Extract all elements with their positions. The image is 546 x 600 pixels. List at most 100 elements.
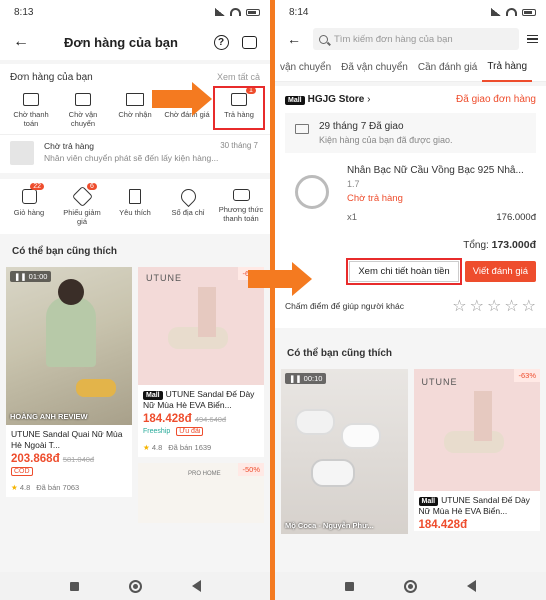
refund-details-button[interactable]: Xem chi tiết hoàn tiền: [346, 258, 462, 285]
tracking-thumbnail: [10, 141, 34, 165]
product-price: 184.428đ: [418, 519, 468, 531]
tracking-notice[interactable]: Chờ trả hàng Nhân viên chuyển phát sẽ đế…: [0, 134, 270, 173]
home-icon[interactable]: [404, 579, 417, 593]
help-icon: ?: [213, 34, 229, 50]
tool-label: Sổ địa chỉ: [171, 208, 205, 217]
total-amount: 173.000đ: [491, 239, 536, 251]
help-button[interactable]: ?: [210, 31, 232, 53]
card-icon: [232, 189, 250, 201]
discount-badge: -63%: [514, 369, 540, 382]
star-outline-icon[interactable]: ☆: [470, 296, 484, 316]
home-icon[interactable]: [128, 579, 142, 593]
product-grid: ❚❚ 00:10 Mộ Coca - Nguyễn Phư... UTUNE -…: [275, 369, 546, 534]
back-icon[interactable]: [191, 580, 201, 592]
product-card[interactable]: UTUNE -63% MallUTUNE Sandal Đế Dày Nữ Mù…: [413, 369, 540, 531]
star-outline-icon[interactable]: ☆: [522, 296, 536, 316]
clog-shape: [341, 423, 381, 449]
tool-favorites[interactable]: Yêu thích: [112, 189, 158, 226]
mall-tag: Mall: [418, 497, 439, 506]
status-label: Chờ nhận: [118, 110, 152, 119]
arrow-head: [292, 262, 312, 296]
store-info[interactable]: Mall HGJG Store ›: [285, 94, 370, 105]
arrow-shaft: [152, 90, 194, 108]
reviewer-name: Mộ Coca - Nguyễn Phư...: [285, 521, 374, 530]
wifi-icon: [506, 8, 517, 16]
back-arrow-icon[interactable]: ←: [283, 28, 305, 50]
product-meta: COD: [6, 465, 132, 481]
clog-shape: [295, 409, 335, 435]
tool-label: Yêu thích: [119, 208, 151, 217]
store-name: HGJG Store: [307, 94, 365, 105]
rating: ★ 4.8: [11, 483, 31, 492]
status-pending-payment[interactable]: Chờ thanh toán: [6, 93, 56, 128]
cod-tag: COD: [11, 467, 33, 476]
wifi-icon: [230, 8, 241, 16]
product-rating-row: ★ 4.8 Đã bán 7063: [6, 481, 132, 497]
tab-shipping[interactable]: vận chuyển: [275, 54, 336, 82]
mall-tag: Mall: [143, 391, 163, 400]
recent-apps-icon[interactable]: [69, 581, 79, 591]
search-icon: [319, 34, 328, 44]
status-bar: 8:14: [275, 0, 546, 24]
tool-label: Phương thức thanh toán: [218, 205, 264, 223]
product-card[interactable]: UTUNE -63% MallUTUNE Sandal Đế Dày Nữ Mù…: [138, 267, 264, 457]
menu-icon[interactable]: [527, 34, 538, 44]
chat-button[interactable]: [238, 31, 260, 53]
star-outline-icon[interactable]: ☆: [452, 296, 466, 316]
star-outline-icon[interactable]: ☆: [504, 296, 518, 316]
order-actions: Xem chi tiết hoàn tiền Viết đánh giá: [285, 257, 536, 286]
tab-shipped[interactable]: Đã vận chuyển: [336, 54, 413, 82]
system-nav-bar: [0, 572, 270, 600]
product-image: UTUNE -63%: [138, 267, 264, 385]
back-icon[interactable]: [467, 580, 476, 592]
search-header: ← Tìm kiếm đơn hàng của bạn: [275, 24, 546, 54]
recommend-title: Có thể bạn cũng thích: [12, 246, 117, 257]
write-review-button[interactable]: Viết đánh giá: [464, 261, 536, 282]
tab-returns[interactable]: Trả hàng: [482, 54, 533, 82]
tool-label: Giỏ hàng: [13, 208, 45, 217]
delivery-date: 29 tháng 7 Đã giao: [319, 121, 404, 132]
tool-address-book[interactable]: Sổ địa chỉ: [165, 185, 211, 226]
sold-count: Đã bán 1639: [168, 443, 212, 452]
brand-text: UTUNE: [421, 377, 458, 387]
delivery-info[interactable]: 29 tháng 7 Đã giao Kiện hàng của bạn đã …: [285, 113, 536, 153]
video-duration: ❚❚ 00:10: [285, 373, 327, 384]
product-image: UTUNE -63%: [413, 369, 540, 491]
truck-icon: [126, 93, 144, 106]
wallet-icon: [23, 93, 39, 106]
rating-prompt: Chấm điểm để giúp người khác ☆ ☆ ☆ ☆ ☆: [285, 286, 536, 320]
delivery-message: Kiện hàng của bạn đã được giao.: [319, 135, 453, 145]
order-item[interactable]: Nhẫn Bạc Nữ Cầu Vồng Bạc 925 Nhẫ... 1.7 …: [285, 153, 536, 229]
tools-row: 22 Giỏ hàng 6 Phiếu giảm giá Yêu thích S…: [0, 179, 270, 234]
chat-icon: [241, 35, 257, 49]
cart-badge: 22: [30, 183, 44, 190]
product-card[interactable]: PRO HOME -50%: [138, 463, 264, 523]
brand-text: PRO HOME: [188, 471, 221, 477]
product-card[interactable]: ❚❚ 01:00 HOÀNG ANH REVIEW UTUNE Sandal Q…: [6, 267, 132, 497]
tool-vouchers[interactable]: 6 Phiếu giảm giá: [59, 183, 105, 226]
order-total: Tổng: 173.000đ: [463, 239, 536, 251]
recent-apps-icon[interactable]: [345, 581, 354, 591]
status-pending-shipping[interactable]: Chờ vận chuyển: [58, 93, 108, 128]
status-icons: [491, 8, 536, 16]
see-all-link[interactable]: Xem tất cả: [217, 72, 260, 83]
search-placeholder: Tìm kiếm đơn hàng của bạn: [334, 33, 453, 45]
page-title: Đơn hàng của bạn: [64, 34, 178, 50]
back-arrow-icon[interactable]: ←: [10, 31, 32, 53]
arrow-head: [192, 82, 212, 116]
box-icon: [75, 93, 91, 106]
tracking-date: 30 tháng 7: [220, 141, 258, 150]
star-outline-icon[interactable]: ☆: [487, 296, 501, 316]
product-name: Mall UTUNE Sandal Đế Dày Nữ Mùa Hè EVA Bi…: [418, 495, 530, 517]
search-input[interactable]: Tìm kiếm đơn hàng của bạn: [313, 28, 519, 50]
arrow-shaft: [248, 270, 294, 288]
star-icon: ★: [11, 483, 18, 492]
tool-payment-methods[interactable]: Phương thức thanh toán: [218, 189, 264, 226]
right-screen: 8:14 ← Tìm kiếm đơn hàng của bạn vận chu…: [275, 0, 546, 600]
tool-cart[interactable]: 22 Giỏ hàng: [6, 183, 52, 226]
item-price: 176.000đ: [496, 212, 536, 223]
item-info: Nhẫn Bạc Nữ Cầu Vồng Bạc 925 Nhẫ... 1.7 …: [347, 165, 536, 223]
tab-to-review[interactable]: Cần đánh giá: [413, 54, 483, 82]
rating-stars[interactable]: ☆ ☆ ☆ ☆ ☆: [452, 296, 536, 316]
product-card[interactable]: ❚❚ 00:10 Mộ Coca - Nguyễn Phư...: [281, 369, 408, 534]
